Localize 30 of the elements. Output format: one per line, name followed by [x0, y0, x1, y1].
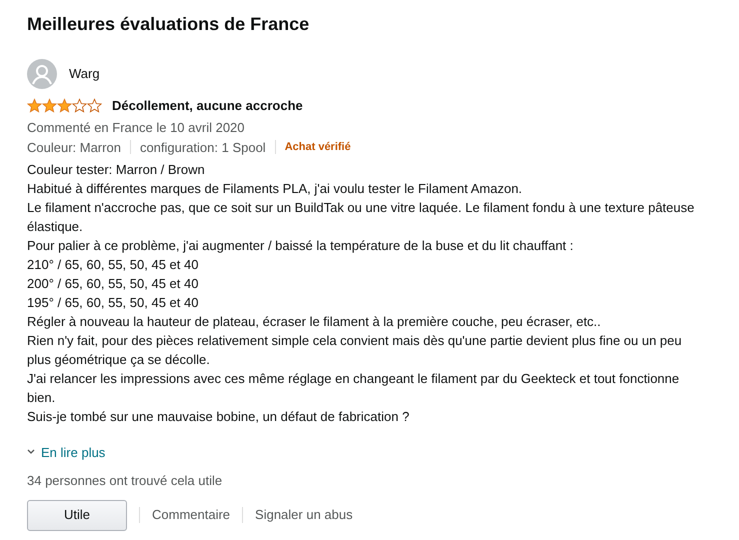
review-paragraph: Rien n'y fait, pour des pièces relativement simple cela convient mais dès qu'une partie devient plus fine ou un peu plus géométrique ça se décolle.: [27, 332, 683, 368]
caret-icon: [27, 449, 35, 456]
review-paragraph: Le filament n'accroche pas, que ce soit sur un BuildTak ou une vitre laquée. Le filament fondu à une texture pâteuse élastique.: [27, 198, 696, 236]
product-variant[interactable]: configuration: 1 Spool: [140, 138, 266, 156]
star-icon: [87, 98, 102, 114]
review-paragraph: Régler à nouveau la hauteur de plateau, écraser le filament à la première couche, peu écraser, etc..: [27, 312, 602, 330]
review-paragraph: Couleur tester: Marron / Brown: [27, 160, 206, 178]
review-title[interactable]: Décollement, aucune accroche: [112, 96, 303, 116]
review-paragraph: 200° / 65, 60, 55, 50, 45 et 40: [27, 274, 200, 292]
action-link[interactable]: Signaler un abus: [255, 505, 353, 525]
star-icon: [57, 98, 72, 114]
read-more-link[interactable]: En lire plus: [27, 442, 106, 462]
review-paragraph: 210° / 65, 60, 55, 50, 45 et 40: [27, 256, 200, 274]
review-date: Commenté en France le 10 avril 2020: [27, 118, 246, 136]
review-paragraph: Habitué à différentes marques de Filaments PLA, j'ai voulu tester le Filament Amazon.: [27, 180, 524, 198]
helpful-button[interactable]: Utile: [27, 500, 127, 530]
review-paragraph: Suis-je tombé sur une mauvaise bobine, un défaut de fabrication ?: [27, 408, 410, 426]
avatar-icon: [27, 59, 57, 89]
verified-purchase-label: Achat vérifié: [284, 140, 351, 154]
star-icon: [72, 98, 87, 114]
star-icon: [42, 98, 57, 114]
product-variant[interactable]: Couleur: Marron: [27, 138, 121, 156]
review-paragraph: J'ai relancer les impressions avec ces même réglage en changeant le filament par du Geekteck et tout fonctionne bien.: [27, 370, 680, 406]
action-link[interactable]: Commentaire: [152, 505, 230, 525]
helpful-count: 34 personnes ont trouvé cela utile: [27, 472, 224, 490]
review-paragraph: Pour palier à ce problème, j'ai augmenter / baissé la température de la buse et du lit chauffant :: [27, 236, 574, 254]
author-name: Warg: [69, 65, 100, 84]
section-heading: Meilleures évaluations de France: [27, 13, 310, 36]
review-paragraph: 195° / 65, 60, 55, 50, 45 et 40: [27, 294, 200, 312]
star-icon: [27, 98, 42, 114]
